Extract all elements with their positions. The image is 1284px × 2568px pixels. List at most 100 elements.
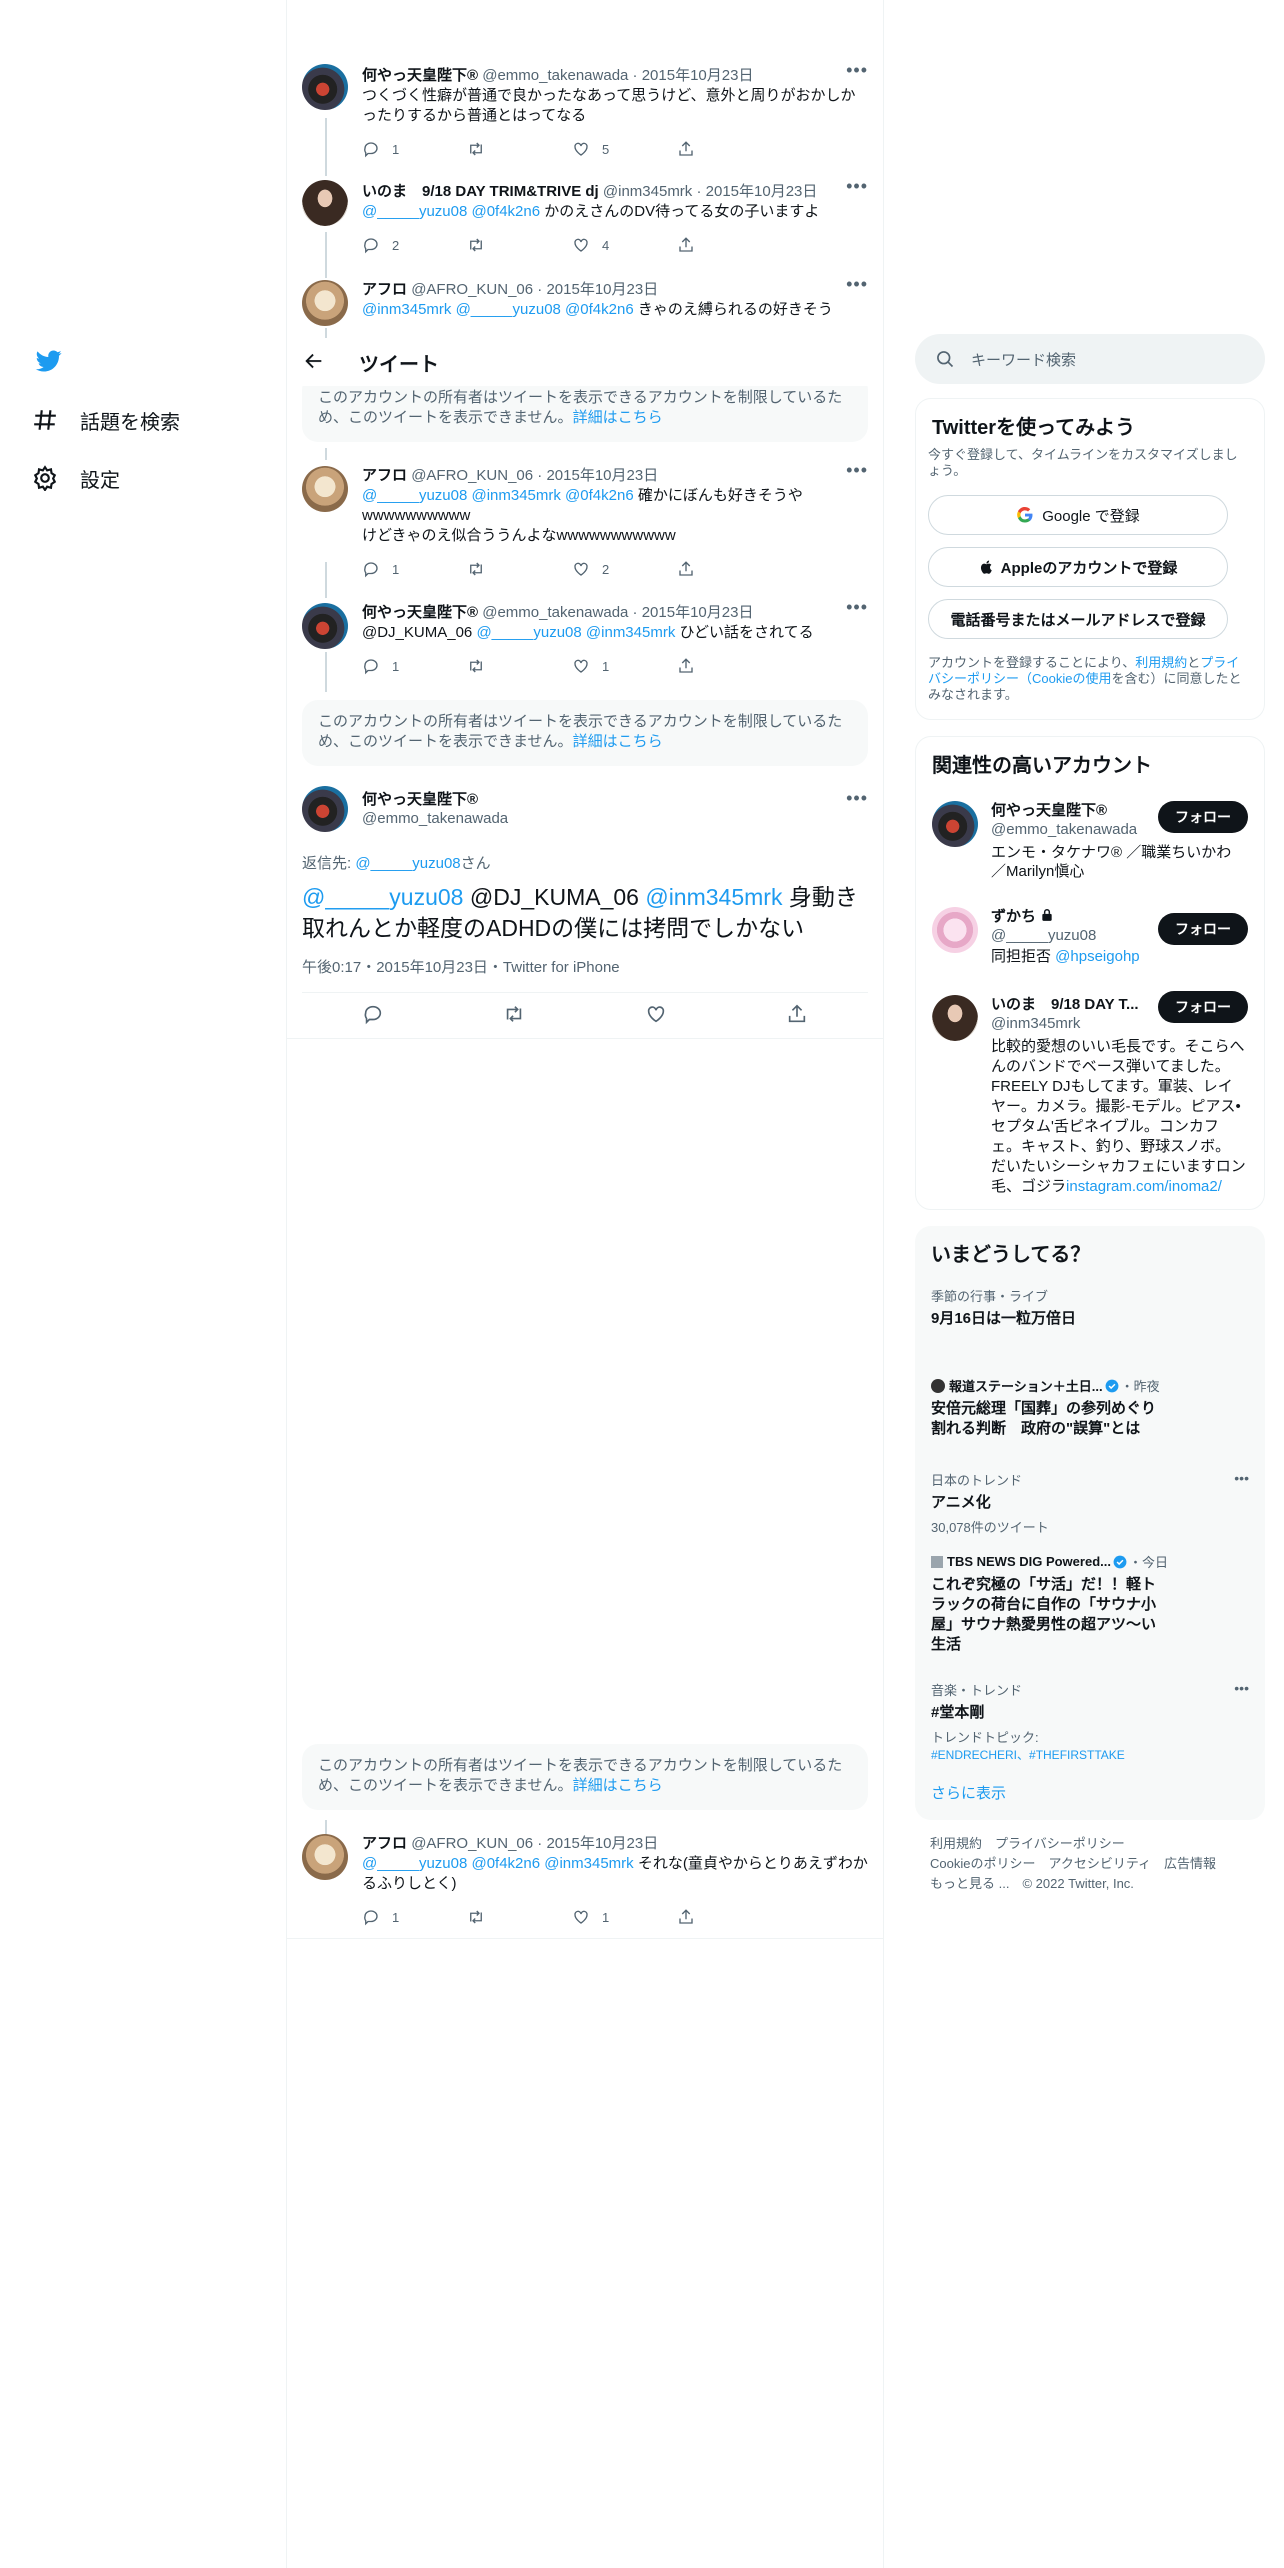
tweet[interactable]: 何やっ天皇陛下® @emmo_takenawada · 2015年10月23日 … [302,597,868,681]
search-input[interactable]: キーワード検索 [915,334,1265,384]
avatar[interactable] [302,1834,348,1880]
apple-signup-button[interactable]: Appleのアカウントで登録 [928,547,1228,587]
avatar[interactable] [302,786,348,832]
reply-to-handle[interactable]: @_____yuzu08 [355,855,460,872]
more-icon[interactable]: ••• [846,274,868,295]
terms-link[interactable]: 利用規約 [1135,655,1187,670]
share-button[interactable] [677,236,782,254]
learn-more-link[interactable]: 詳細はこちら [573,409,663,426]
heart-icon[interactable] [645,1003,667,1029]
tweet-author-name[interactable]: アフロ [362,467,407,484]
tweet-author-name[interactable]: 何やっ天皇陛下® [362,604,478,621]
tweet-mentions[interactable]: @_____yuzu08 @inm345mrk [476,624,675,641]
tweet-author-handle[interactable]: @emmo_takenawada [482,67,628,84]
reply-button[interactable]: 1 [362,1908,467,1926]
retweet-icon[interactable] [503,1003,525,1029]
account-handle[interactable]: @_____yuzu08 [991,926,1140,945]
phone-email-signup-button[interactable]: 電話番号またはメールアドレスで登録 [928,599,1228,639]
tweet-author-handle[interactable]: @emmo_takenawada [362,809,508,828]
tweet-author-name[interactable]: アフロ [362,281,407,298]
tweet-date[interactable]: 2015年10月23日 [642,67,754,84]
more-icon[interactable]: ••• [846,176,868,197]
cookie-link[interactable]: （Cookieの使用 [1019,671,1111,686]
privacy-link[interactable]: プライ [1200,655,1239,670]
learn-more-link[interactable]: 詳細はこちら [573,733,663,750]
share-icon[interactable] [786,1003,808,1029]
tweet-author-handle[interactable]: @AFRO_KUN_06 [411,281,533,298]
retweet-button[interactable] [467,657,572,675]
google-signup-button[interactable]: Google で登録 [928,495,1228,535]
reply-button[interactable]: 1 [362,657,467,675]
account-name[interactable]: ずかち [991,908,1036,925]
more-icon[interactable]: ••• [846,597,868,618]
follow-button[interactable]: フォロー [1158,991,1248,1023]
share-button[interactable] [677,1908,782,1926]
account-item[interactable]: いのま 9/18 DAY T... @inm345mrk 比較的愛想のいい毛長で… [916,989,1264,1207]
share-button[interactable] [677,560,782,578]
reply-icon[interactable] [362,1003,384,1029]
tweet-author-name[interactable]: アフロ [362,1835,407,1852]
trend-item[interactable]: 音楽・トレンド #堂本剛 トレンドトピック: #ENDRECHERI、#THEF… [931,1680,1251,1763]
like-button[interactable]: 2 [572,560,677,578]
tweet-author-handle[interactable]: @AFRO_KUN_06 [411,1835,533,1852]
trend-item[interactable]: 日本のトレンド アニメ化 30,078件のツイート [931,1470,1251,1536]
retweet-button[interactable] [467,236,572,254]
more-icon[interactable]: ••• [846,788,868,809]
like-button[interactable]: 1 [572,657,677,675]
reply-button[interactable]: 1 [362,140,467,158]
avatar[interactable] [302,180,348,226]
like-button[interactable]: 4 [572,236,677,254]
avatar[interactable] [302,64,348,110]
retweet-button[interactable] [467,560,572,578]
tweet-author-handle[interactable]: @emmo_takenawada [482,604,628,621]
more-icon[interactable]: ••• [846,60,868,81]
avatar[interactable] [932,801,978,847]
tweet-author-handle[interactable]: @AFRO_KUN_06 [411,467,533,484]
tweet-mention[interactable]: @_____yuzu08 [302,884,463,910]
account-item[interactable]: 何やっ天皇陛下® @emmo_takenawada エンモ・タケナワ® ／職業ち… [916,795,1264,891]
tweet-date[interactable]: 2015年10月23日 [546,467,658,484]
tweet[interactable]: 何やっ天皇陛下® @emmo_takenawada · 2015年10月23日 … [302,60,868,164]
trend-item[interactable]: 季節の行事・ライブ 9月16日は一粒万倍日 [931,1286,1251,1329]
footer-links[interactable]: もっと見る ... © 2022 Twitter, Inc. [930,1874,1216,1894]
tweet[interactable]: アフロ @AFRO_KUN_06 · 2015年10月23日 ••• @____… [302,460,868,584]
tweet-timestamp[interactable]: 午後0:17・2015年10月23日・Twitter for iPhone [302,956,620,977]
like-button[interactable]: 1 [572,1908,677,1926]
more-icon[interactable]: ••• [1234,1680,1249,1696]
tweet[interactable]: いのま 9/18 DAY TRIM&TRIVE dj @inm345mrk · … [302,176,868,260]
tweet-author-name[interactable]: 何やっ天皇陛下® [362,790,508,809]
twitter-logo-icon[interactable] [34,348,64,374]
tweet-date[interactable]: 2015年10月23日 [546,1835,658,1852]
nav-explore[interactable]: 話題を検索 [32,400,180,440]
more-icon[interactable]: ••• [846,460,868,481]
avatar[interactable] [302,466,348,512]
trend-topics[interactable]: #ENDRECHERI、#THEFIRSTTAKE [931,1746,1251,1763]
tweet-mentions[interactable]: @_____yuzu08 @inm345mrk @0f4k2n6 [362,487,634,504]
nav-settings[interactable]: 設定 [32,458,120,498]
avatar[interactable] [302,603,348,649]
privacy-link[interactable]: バシーポリシー [928,671,1019,686]
tweet-author-handle[interactable]: @inm345mrk [603,183,692,200]
tweet-date[interactable]: 2015年10月23日 [642,604,754,621]
trend-item[interactable]: 報道ステーション＋土日... ・昨夜 安倍元総理「国葬」の参列めぐり 割れる判断… [931,1376,1251,1439]
trend-item[interactable]: TBS NEWS DIG Powered... ・今日 これぞ究極の「サ活」だ！… [931,1552,1251,1655]
reply-button[interactable]: 1 [362,560,467,578]
follow-button[interactable]: フォロー [1158,801,1248,833]
tweet-date[interactable]: 2015年10月23日 [546,281,658,298]
tweet[interactable]: アフロ @AFRO_KUN_06 · 2015年10月23日 ••• @inm3… [302,274,868,330]
retweet-button[interactable] [467,140,572,158]
like-button[interactable]: 5 [572,140,677,158]
tweet-author-name[interactable]: 何やっ天皇陛下® [362,67,478,84]
bio-link[interactable]: instagram.com/inoma2/ [1066,1178,1222,1195]
learn-more-link[interactable]: 詳細はこちら [573,1777,663,1794]
avatar[interactable] [932,907,978,953]
tweet-mentions[interactable]: @inm345mrk @_____yuzu08 @0f4k2n6 [362,301,634,318]
more-icon[interactable]: ••• [1234,1470,1249,1486]
follow-button[interactable]: フォロー [1158,913,1248,945]
footer-links[interactable]: Cookieのポリシー アクセシビリティ 広告情報 [930,1854,1216,1874]
tweet[interactable]: アフロ @AFRO_KUN_06 · 2015年10月23日 @_____yuz… [302,1832,868,1932]
back-arrow-icon[interactable] [303,350,327,374]
tweet-mention[interactable]: @inm345mrk [645,884,782,910]
tweet-author-name[interactable]: いのま 9/18 DAY TRIM&TRIVE dj [362,183,599,200]
show-more-link[interactable]: さらに表示 [931,1782,1006,1803]
